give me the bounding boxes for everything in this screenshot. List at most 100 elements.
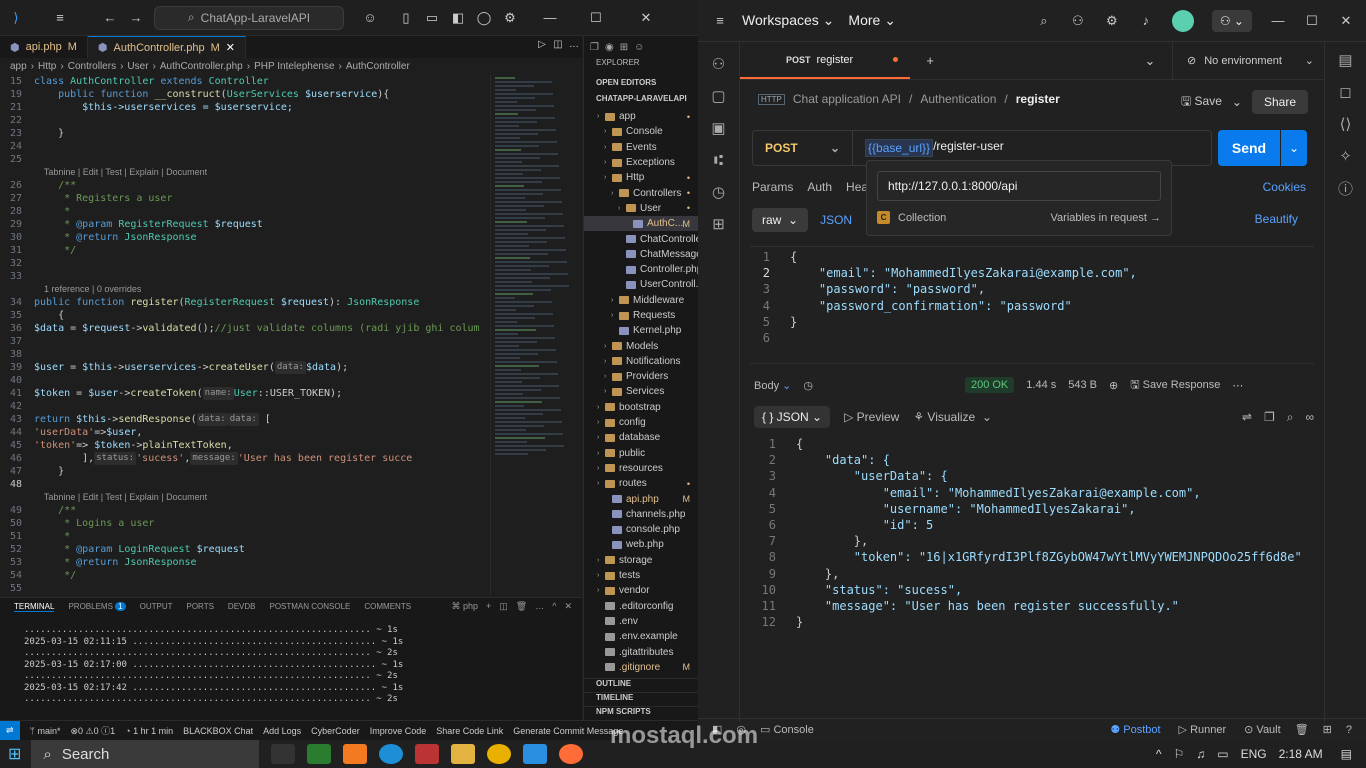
response-body-viewer[interactable]: 1{ 2 "data": { 3 "userData": { 4 "email"… <box>756 436 1312 712</box>
split-editor-icon[interactable]: ◫ <box>550 36 566 52</box>
menu-icon[interactable]: ≡ <box>52 10 68 26</box>
comments-icon[interactable]: ◻ <box>1336 82 1356 102</box>
tab-postman-console[interactable]: POSTMAN CONSOLE <box>269 602 350 611</box>
blackbox-chat[interactable]: BLACKBOX Chat <box>183 726 253 736</box>
request-body-editor[interactable]: 1{ 2 "email": "MohammedIlyesZakarai@exam… <box>750 246 1314 364</box>
tree-item[interactable]: .editorconfig <box>584 599 698 614</box>
visualize-tab[interactable]: ⚘ Visualize ⌄ <box>913 410 992 424</box>
method-selector[interactable]: POST ⌄ <box>753 131 853 165</box>
run-icon[interactable]: ▷ <box>534 36 550 52</box>
open-editors[interactable]: OPEN EDITORS <box>584 78 698 92</box>
breadcrumb-item[interactable]: AuthController <box>346 61 410 72</box>
trash-icon[interactable]: 🗑 <box>1295 723 1309 736</box>
account-icon[interactable]: ◯ <box>476 10 492 26</box>
tray-chevron-icon[interactable]: ^ <box>1156 747 1162 761</box>
tree-item[interactable]: channels.php <box>584 507 698 522</box>
save-response[interactable]: 🖫 Save Response <box>1130 376 1220 395</box>
tree-item[interactable]: UserControll... <box>584 277 698 292</box>
outline-section[interactable]: OUTLINE <box>584 678 698 692</box>
tree-item[interactable]: Kernel.php <box>584 323 698 338</box>
tabs-dropdown-icon[interactable]: ⌄ <box>1142 53 1158 69</box>
network-icon[interactable]: ⚐ <box>1174 747 1185 761</box>
tree-item[interactable]: api.php M <box>584 491 698 506</box>
status-code[interactable]: 200 OK <box>964 377 1015 393</box>
wrap-icon[interactable]: ⇌ <box>1242 410 1252 425</box>
console-button[interactable]: ▭ Console <box>760 723 814 736</box>
terminal-output[interactable]: ........................................… <box>0 625 582 706</box>
settings-gear-icon[interactable]: ⚙ <box>502 10 518 26</box>
breadcrumb-item[interactable]: PHP Intelephense <box>254 61 334 72</box>
search-icon[interactable]: ⌕ <box>1036 13 1052 29</box>
globe-icon[interactable]: ⊕ <box>1109 379 1118 392</box>
footer-grid-icon[interactable]: ⊞ <box>1323 723 1332 736</box>
tree-item[interactable]: › app • <box>584 109 698 124</box>
breadcrumb-item[interactable]: Http <box>38 61 56 72</box>
url-input[interactable]: {{base_url}} /register-user <box>853 139 1004 157</box>
breadcrumb-item[interactable]: AuthController.php <box>160 61 243 72</box>
breadcrumb-item[interactable]: app <box>10 61 27 72</box>
project-root[interactable]: CHATAPP-LARAVELAPI <box>584 94 698 109</box>
tab-comments[interactable]: COMMENTS <box>364 602 411 611</box>
vscode-taskbar-icon[interactable] <box>523 744 548 764</box>
clock[interactable]: 2:18 AM <box>1279 747 1323 761</box>
response-format[interactable]: { } JSON ⌄ <box>754 406 831 428</box>
postbot-button[interactable]: ⚉ Postbot <box>1110 723 1160 736</box>
variables-link[interactable]: Variables in request → <box>1051 212 1161 224</box>
layout-panel-icon[interactable]: ▭ <box>424 10 440 26</box>
forward-icon[interactable]: → <box>128 10 144 26</box>
layout-sidebar-icon[interactable]: ▯ <box>398 10 414 26</box>
tree-item[interactable]: web.php <box>584 537 698 552</box>
history-icon[interactable]: ◷ <box>709 182 729 202</box>
tree-item[interactable]: › resources <box>584 461 698 476</box>
team-button[interactable]: ⚇ ⌄ <box>1211 9 1252 32</box>
environment-selector[interactable]: ⊘ No environment ⌄ <box>1172 42 1324 79</box>
back-icon[interactable]: ← <box>102 10 118 26</box>
generate-commit[interactable]: Generate Commit Message <box>513 726 623 736</box>
security-app-icon[interactable] <box>307 744 332 764</box>
flows-icon[interactable]: ⑆ <box>709 150 729 170</box>
breadcrumb-item[interactable]: User <box>127 61 148 72</box>
collections-icon[interactable]: ⚇ <box>709 54 729 74</box>
tree-item[interactable]: .env.example <box>584 629 698 644</box>
tab-authcontroller[interactable]: ⬢ AuthController.php M ✕ <box>87 36 246 58</box>
tree-item[interactable]: › vendor <box>584 583 698 598</box>
layout-secondary-icon[interactable]: ◧ <box>450 10 466 26</box>
tree-item[interactable]: › Requests <box>584 308 698 323</box>
tab-params[interactable]: Params <box>752 180 793 194</box>
tree-item[interactable]: › config <box>584 415 698 430</box>
task-view-icon[interactable] <box>271 744 296 764</box>
tree-item[interactable]: AuthC... M <box>584 216 698 232</box>
tree-item[interactable]: › bootstrap <box>584 400 698 415</box>
tab-problems[interactable]: PROBLEMS 1 <box>68 602 126 611</box>
remote-icon[interactable]: ⇌ <box>0 721 20 740</box>
maximize-icon[interactable]: ☐ <box>588 10 604 26</box>
more-icon[interactable]: ⋯ <box>1232 379 1243 392</box>
tree-item[interactable]: ChatMessage... <box>584 247 698 262</box>
more-actions-icon[interactable]: … <box>566 36 582 52</box>
tab-auth[interactable]: Auth <box>807 180 832 194</box>
taskbar-search[interactable]: ⌕ Search <box>31 740 260 768</box>
tree-item[interactable]: › public <box>584 446 698 461</box>
body-type-raw[interactable]: raw ⌄ <box>752 208 809 232</box>
vault-button[interactable]: ⊙ Vault <box>1244 723 1281 736</box>
minimize-icon[interactable]: — <box>542 10 558 26</box>
close-icon[interactable]: ✕ <box>1338 13 1354 29</box>
timeline-section[interactable]: TIMELINE <box>584 692 698 706</box>
tree-item[interactable]: › Models <box>584 338 698 353</box>
close-panel-icon[interactable]: ✕ <box>564 601 572 612</box>
git-branch[interactable]: ᛘ main* <box>30 726 61 736</box>
menu-icon[interactable]: ≡ <box>712 13 728 29</box>
cybercoder[interactable]: CyberCoder <box>311 726 360 736</box>
tree-item[interactable]: .gitignore M <box>584 660 698 675</box>
tree-item[interactable]: › Controllers • <box>584 185 698 200</box>
tree-item[interactable]: › Providers <box>584 369 698 384</box>
search-icon[interactable]: ⌕ <box>1287 410 1294 425</box>
help-icon[interactable]: ? <box>1346 724 1352 736</box>
maximize-icon[interactable]: ☐ <box>1304 13 1320 29</box>
tree-item[interactable]: › Console <box>584 124 698 139</box>
bell-icon[interactable]: ♪ <box>1138 13 1154 29</box>
maximize-panel-icon[interactable]: ^ <box>552 601 556 612</box>
tab-devdb[interactable]: DEVDB <box>228 602 256 611</box>
tree-item[interactable]: .gitattributes <box>584 644 698 659</box>
save-button[interactable]: 🖫 Save <box>1181 92 1222 113</box>
